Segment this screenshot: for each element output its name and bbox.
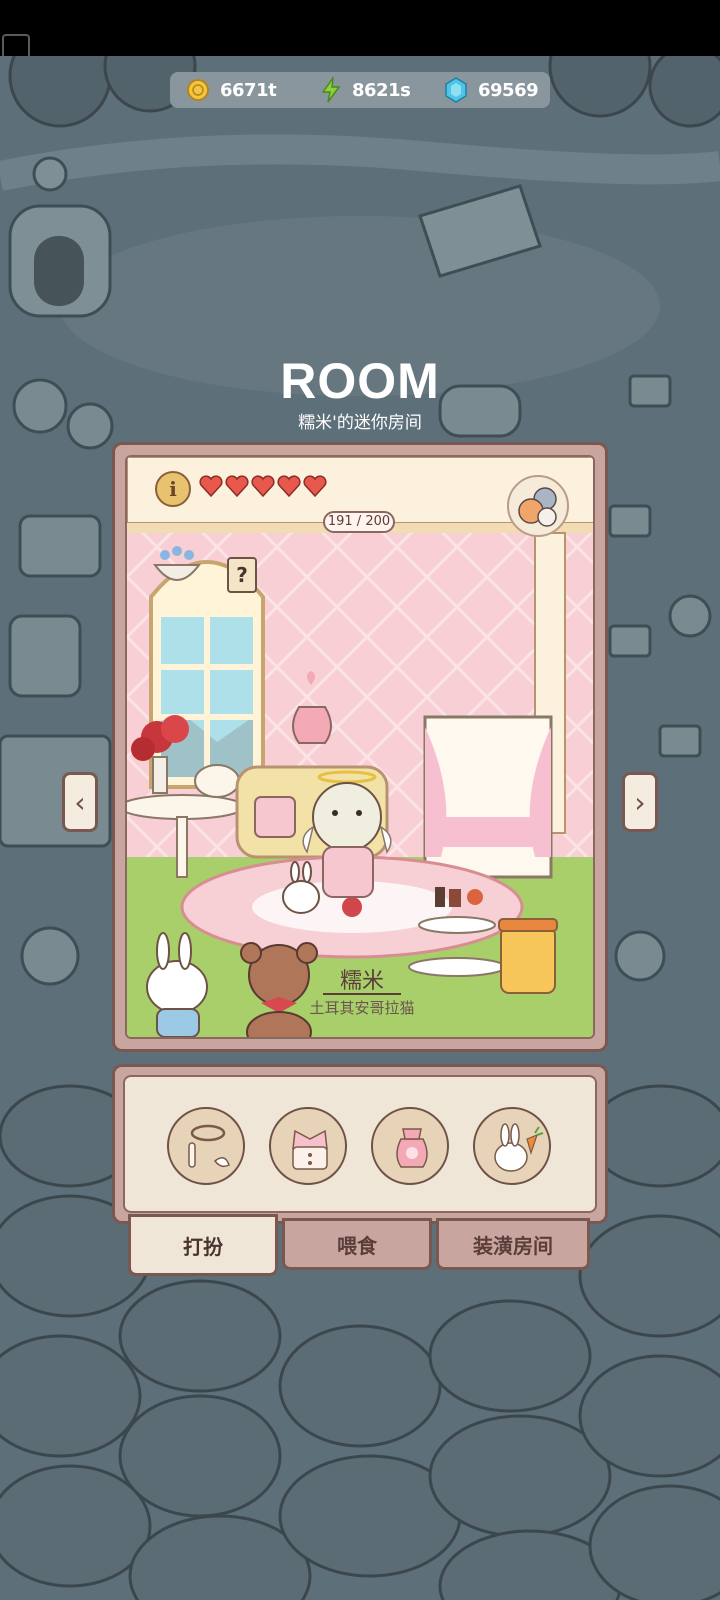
room-illustration <box>127 457 593 1037</box>
tab-feed[interactable]: 喂食 <box>282 1218 432 1270</box>
heart-icon <box>199 475 223 497</box>
item-list <box>123 1075 597 1213</box>
page-subtitle: 糯米'的迷你房间 <box>298 413 422 433</box>
status-bar <box>0 0 720 62</box>
page-title: ROOM <box>280 353 440 409</box>
gems-value: 69569 <box>478 79 539 101</box>
bunny-carrot-icon <box>494 1123 544 1172</box>
heart-icon <box>303 475 327 497</box>
heart-icon <box>225 475 249 497</box>
item-slot-outfit[interactable] <box>269 1107 347 1185</box>
happiness-hearts <box>199 475 327 497</box>
coins-counter: 6671t <box>186 72 277 108</box>
next-room-button[interactable]: › <box>622 772 658 832</box>
room-view[interactable]: i 191 / 200 ? 糯米 土耳其安哥拉猫 <box>125 455 595 1039</box>
pink-outfit-icon <box>292 1129 328 1170</box>
cats-icon <box>518 487 557 527</box>
gem-icon <box>445 77 467 103</box>
switch-cat-button[interactable] <box>507 475 569 537</box>
cat-name-underline <box>323 993 401 995</box>
energy-counter: 8621s <box>320 72 411 108</box>
room-card: i 191 / 200 ? 糯米 土耳其安哥拉猫 <box>112 442 608 1052</box>
info-button[interactable]: i <box>155 471 191 507</box>
pink-pouch-icon <box>396 1128 428 1168</box>
item-slot-halo[interactable] <box>167 1107 245 1185</box>
heart-icon <box>277 475 301 497</box>
tab-decorate[interactable]: 装潢房间 <box>436 1218 590 1270</box>
cat-breed: 土耳其安哥拉猫 <box>309 999 415 1017</box>
game-scene: 6671t 8621s 69569 ROOM 糯米'的迷你房间 i 191 / … <box>0 56 720 1600</box>
cat-name: 糯米 <box>339 969 384 994</box>
coins-value: 6671t <box>220 79 277 101</box>
coin-icon <box>187 79 209 101</box>
help-button[interactable]: ? <box>227 557 257 593</box>
happiness-value: 191 / 200 <box>323 511 395 533</box>
item-slot-pouch[interactable] <box>371 1107 449 1185</box>
item-slot-bunny[interactable] <box>473 1107 551 1185</box>
currency-bar: 6671t 8621s 69569 <box>170 72 550 108</box>
item-panel <box>112 1064 608 1224</box>
tab-dress-up[interactable]: 打扮 <box>128 1214 278 1276</box>
gems-counter: 69569 <box>444 72 539 108</box>
heart-icon <box>251 475 275 497</box>
lightning-icon <box>321 77 341 103</box>
prev-room-button[interactable]: ‹ <box>62 772 98 832</box>
energy-value: 8621s <box>352 79 411 101</box>
halo-icon <box>188 1124 230 1168</box>
